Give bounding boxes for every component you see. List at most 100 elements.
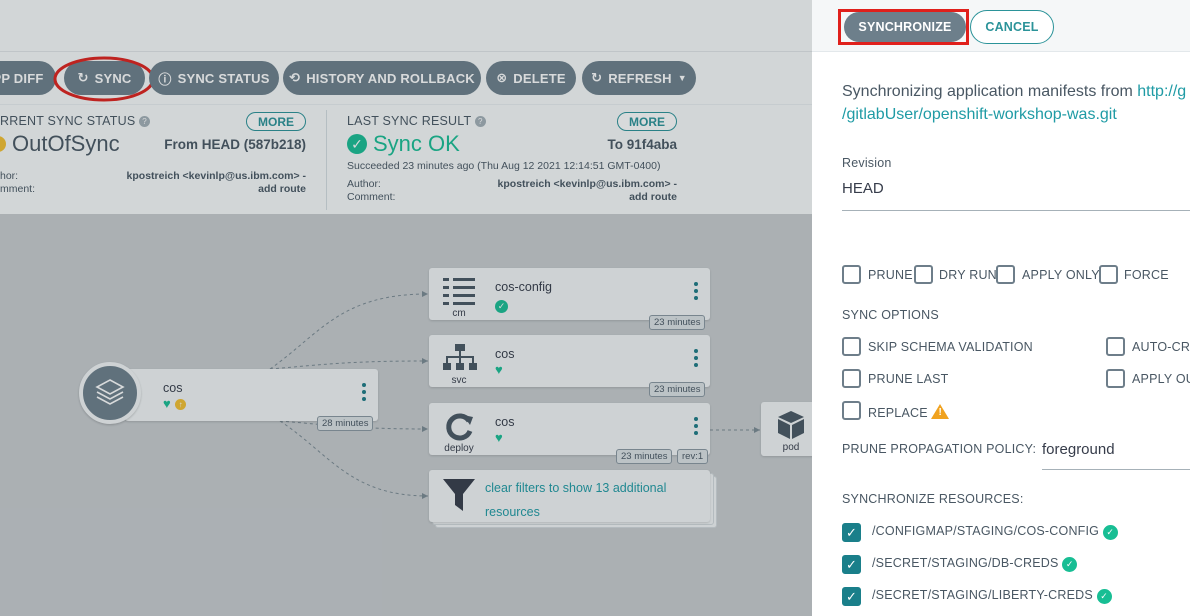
- application-layers-icon: [79, 362, 141, 424]
- synchronize-resources-label: SYNCHRONIZE RESOURCES:: [842, 492, 1024, 506]
- application-view: PP DIFF ↻ SYNC ⓘ SYNC STATUS ⟲ HISTORY A…: [0, 0, 812, 616]
- apply-out-of-sync-only-checkbox[interactable]: [1106, 369, 1125, 388]
- deployment-node[interactable]: deploy cos ♥: [429, 403, 710, 455]
- resource-checkbox-cos-config[interactable]: ✓: [842, 523, 861, 542]
- info-icon: ⓘ: [158, 71, 172, 87]
- deployment-kind: deploy: [444, 443, 474, 454]
- current-sync-status: OutOfSync: [0, 131, 120, 157]
- last-sync-to: To 91f4aba: [607, 137, 677, 152]
- repo-url-link-continued[interactable]: /gitlabUser/openshift-workshop-was.git: [842, 106, 1117, 124]
- auto-create-namespace-checkbox[interactable]: [1106, 337, 1125, 356]
- resource-checkbox-liberty-creds[interactable]: ✓: [842, 587, 861, 606]
- delete-icon: ⊗: [496, 70, 508, 85]
- delete-button[interactable]: ⊗ DELETE: [486, 61, 576, 95]
- help-icon: ?: [474, 116, 486, 127]
- force-checkbox[interactable]: [1099, 265, 1118, 284]
- current-author: kpostreich <kevinlp@us.ibm.com> -: [126, 170, 306, 182]
- service-age-tag: 23 minutes: [649, 382, 706, 397]
- healthy-heart-icon: ♥: [495, 362, 503, 377]
- dry-run-checkbox[interactable]: [914, 265, 933, 284]
- replace-checkbox[interactable]: [842, 401, 861, 420]
- service-network-icon: [443, 344, 477, 370]
- refresh-button[interactable]: ↻ REFRESH ▼: [582, 61, 696, 95]
- synced-check-icon: ✓: [1062, 557, 1078, 572]
- configmap-kind: cm: [452, 308, 466, 319]
- force-label: FORCE: [1124, 268, 1169, 282]
- configmap-node[interactable]: cm cos-config ✓: [429, 268, 710, 320]
- last-comment-label: Comment:: [347, 191, 396, 203]
- resource-checkbox-db-creds[interactable]: ✓: [842, 555, 861, 574]
- deployment-revision-tag: rev:1: [677, 449, 709, 464]
- last-sync-more-button[interactable]: MORE: [617, 112, 677, 131]
- app-node-menu-icon[interactable]: [362, 383, 366, 404]
- sync-status-button[interactable]: ⓘ SYNC STATUS: [149, 61, 279, 95]
- current-sync-from: From HEAD (587b218): [164, 137, 306, 152]
- pod-kind: pod: [782, 442, 800, 453]
- prune-last-label: PRUNE LAST: [868, 372, 949, 386]
- deployment-rotate-icon: [446, 413, 473, 441]
- revision-underline: [842, 210, 1190, 211]
- configmap-list-icon: [443, 278, 475, 305]
- clear-filters-node[interactable]: clear filters to show 13 additional reso…: [429, 470, 710, 522]
- last-sync-succeeded: Succeeded 23 minutes ago (Thu Aug 12 202…: [347, 160, 661, 172]
- last-comment: add route: [629, 191, 677, 203]
- pod-node[interactable]: pod: [761, 402, 812, 456]
- filter-funnel-icon: [443, 479, 475, 511]
- red-box-annotation: [838, 9, 969, 45]
- pod-cube-icon: [778, 411, 804, 439]
- last-sync-status: ✓ Sync OK: [347, 131, 460, 157]
- deployment-menu-icon[interactable]: [694, 417, 698, 438]
- deployment-health: ♥: [495, 429, 503, 447]
- prune-propagation-policy-select[interactable]: foreground: [1042, 441, 1115, 458]
- auto-create-namespace-label: AUTO-CRE: [1132, 340, 1190, 354]
- resource-tree: cos ♥ ↑ 28 minutes cm cos-config ✓ 23 mi…: [0, 214, 812, 616]
- resource-item-cos-config: /CONFIGMAP/STAGING/COS-CONFIG ✓: [872, 524, 1118, 540]
- current-sync-status-label: RRENT SYNC STATUS ?: [0, 114, 151, 128]
- configmap-menu-icon[interactable]: [694, 282, 698, 303]
- warning-icon: !: [931, 404, 950, 419]
- apply-out-of-sync-only-label: APPLY OU: [1132, 372, 1190, 386]
- status-divider: [326, 110, 327, 210]
- cancel-button[interactable]: CANCEL: [970, 10, 1054, 44]
- configmap-sync-status: ✓: [495, 296, 508, 314]
- app-age-tag: 28 minutes: [317, 416, 374, 431]
- sync-options-label: SYNC OPTIONS: [842, 308, 939, 322]
- caret-down-icon: ▼: [677, 73, 687, 83]
- current-sync-more-button[interactable]: MORE: [246, 112, 306, 131]
- prune-checkbox[interactable]: [842, 265, 861, 284]
- help-icon: ?: [139, 116, 151, 127]
- app-toolbar: PP DIFF ↻ SYNC ⓘ SYNC STATUS ⟲ HISTORY A…: [0, 52, 812, 104]
- status-panel: RRENT SYNC STATUS ? MORE OutOfSync From …: [0, 104, 812, 214]
- skip-schema-validation-label: SKIP SCHEMA VALIDATION: [868, 340, 1033, 354]
- skip-schema-validation-checkbox[interactable]: [842, 337, 861, 356]
- out-of-sync-arrow-icon: ↑: [175, 399, 187, 410]
- app-diff-button[interactable]: PP DIFF: [0, 61, 56, 95]
- synced-check-icon: ✓: [1102, 525, 1118, 540]
- sync-panel-header: SYNCHRONIZE CANCEL: [812, 0, 1190, 52]
- revision-label: Revision: [842, 156, 892, 170]
- repo-url-link[interactable]: http://g: [1137, 83, 1186, 100]
- synced-check-icon: ✓: [1096, 589, 1112, 604]
- service-menu-icon[interactable]: [694, 349, 698, 370]
- healthy-heart-icon: ♥: [495, 430, 503, 445]
- prune-label: PRUNE: [868, 268, 913, 282]
- resource-item-liberty-creds: /SECRET/STAGING/LIBERTY-CREDS ✓: [872, 588, 1112, 604]
- current-comment-label: mment:: [0, 183, 36, 195]
- app-node[interactable]: cos ♥ ↑: [125, 369, 378, 421]
- out-of-sync-icon: [0, 136, 6, 152]
- prune-last-checkbox[interactable]: [842, 369, 861, 388]
- revision-input[interactable]: HEAD: [842, 180, 884, 197]
- apply-only-checkbox[interactable]: [996, 265, 1015, 284]
- service-name: cos: [495, 347, 515, 361]
- sync-message: Synchronizing application manifests from…: [842, 83, 1187, 100]
- sync-panel: SYNCHRONIZE CANCEL Synchronizing applica…: [812, 0, 1190, 616]
- clear-filters-link[interactable]: clear filters to show 13 additional reso…: [485, 476, 695, 524]
- synced-check-icon: ✓: [495, 300, 508, 313]
- last-author-label: Author:: [347, 178, 381, 190]
- configmap-age-tag: 23 minutes: [649, 315, 706, 330]
- service-node[interactable]: svc cos ♥: [429, 335, 710, 387]
- service-health: ♥: [495, 361, 503, 379]
- history-rollback-button[interactable]: ⟲ HISTORY AND ROLLBACK: [283, 61, 481, 95]
- deployment-age-tag: 23 minutes: [616, 449, 673, 464]
- resource-item-db-creds: /SECRET/STAGING/DB-CREDS ✓: [872, 556, 1078, 572]
